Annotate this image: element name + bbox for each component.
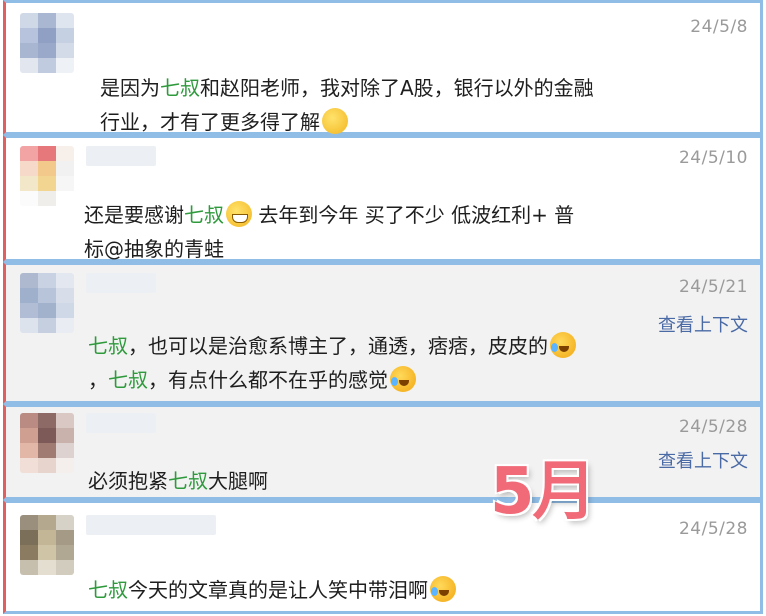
mention-link[interactable]: 七叔 — [184, 203, 224, 227]
comment-card: 24/5/28 七叔今天的文章真的是让人笑中带泪啊 — [3, 500, 763, 614]
username-placeholder[interactable] — [86, 515, 216, 535]
avatar[interactable] — [20, 515, 74, 575]
username-placeholder[interactable] — [86, 146, 156, 166]
comment-card: 24/5/8 是因为七叔和赵阳老师，我对除了A股，银行以外的金融 行业，才有了更… — [3, 0, 763, 135]
comment-card: 24/5/10 还是要感谢七叔 去年到今年 买了不少 低波红利+ 普 标@抽象的… — [3, 135, 763, 262]
comment-card: 24/5/28 查看上下文 必须抱紧七叔大腿啊 — [3, 404, 763, 500]
mention-link[interactable]: 七叔 — [88, 334, 128, 358]
avatar[interactable] — [20, 273, 74, 333]
rolling-laughing-emoji — [430, 576, 456, 602]
username-placeholder[interactable] — [86, 413, 156, 433]
comment-text: 七叔今天的文章真的是让人笑中带泪啊 — [88, 573, 456, 607]
grinning-face-emoji — [226, 201, 252, 227]
comment-date: 24/5/28 — [678, 417, 748, 437]
mention-link[interactable]: 七叔 — [108, 368, 148, 392]
username-placeholder[interactable] — [86, 273, 156, 293]
comment-text: 是因为七叔和赵阳老师，我对除了A股，银行以外的金融 行业，才有了更多得了解 — [100, 76, 594, 134]
comment-text: 必须抱紧七叔大腿啊 — [88, 469, 268, 493]
rolling-laughing-emoji — [550, 332, 576, 358]
mention-link[interactable]: 七叔 — [160, 76, 200, 100]
rolling-laughing-emoji — [390, 366, 416, 392]
comment-date: 24/5/21 — [678, 277, 748, 297]
comment-text: 七叔，也可以是治愈系博主了，通透，痞痞，皮皮的 ，七叔，有点什么都不在乎的感觉 — [88, 329, 576, 397]
avatar[interactable] — [20, 13, 74, 73]
comment-date: 24/5/10 — [678, 148, 748, 168]
mention-link[interactable]: 七叔 — [88, 578, 128, 602]
avatar[interactable] — [20, 413, 74, 473]
view-context-link[interactable]: 查看上下文 — [658, 447, 748, 473]
comment-text: 还是要感谢七叔 去年到今年 买了不少 低波红利+ 普 标@抽象的青蛙 — [84, 201, 575, 261]
month-badge: 5月 — [490, 455, 597, 529]
avatar[interactable] — [20, 146, 74, 206]
thinking-face-emoji — [322, 108, 348, 134]
view-context-link[interactable]: 查看上下文 — [658, 311, 748, 337]
comment-date: 24/5/28 — [678, 519, 748, 539]
mention-link[interactable]: 七叔 — [168, 469, 208, 493]
comment-card: 24/5/21 查看上下文 七叔，也可以是治愈系博主了，通透，痞痞，皮皮的 ，七… — [3, 262, 763, 404]
comment-date: 24/5/8 — [690, 17, 748, 37]
